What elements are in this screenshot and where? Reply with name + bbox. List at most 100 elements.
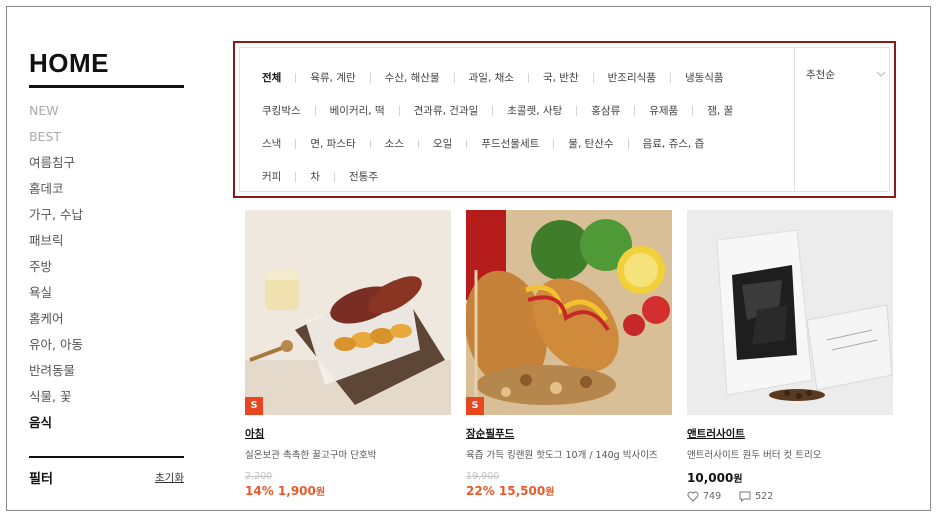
subcategory-item[interactable]: 쿠킹박스 [262,103,301,118]
separator [314,105,316,116]
separator [369,138,371,149]
subcategory-row: 쿠킹박스 베이커리, 떡 견과류, 건과일 초콜렛, 사탕 홍삼류 유제품 잼, 꿀 [262,94,802,127]
subcategory-item[interactable]: 소스 [385,136,404,151]
product-card[interactable]: 앤트러사이트 앤트러사이트 원두 버터 컷 트리오 10,000원 749 52… [687,210,893,502]
original-price: 2,200 [245,471,273,482]
separator [553,138,555,149]
subcategory-item[interactable]: 홍삼류 [591,103,620,118]
product-image-sweet-potato[interactable]: S [245,210,451,415]
subcategory-item[interactable]: 국, 반찬 [543,70,579,85]
sidebar-item-homecare[interactable]: 홈케어 [29,306,191,332]
separator [334,171,335,182]
heart-icon[interactable] [687,491,699,502]
separator [295,72,297,83]
sale-price-row: 22% 15,500원 [466,483,672,498]
subcategory-item[interactable]: 차 [310,169,320,184]
price-unit: 원 [545,487,555,498]
discount-rate: 14% [245,484,274,498]
review-count: 522 [755,491,774,502]
product-image-hotdog[interactable]: S [466,210,672,415]
separator [527,72,529,83]
subcategory-item[interactable]: 면, 파스타 [310,136,355,151]
product-name[interactable]: 실온보관 촉촉한 꿀고구마 단호박 [245,447,451,461]
separator [453,72,455,83]
subcategory-item[interactable]: 육류, 계란 [310,70,355,85]
sidebar-item-plants[interactable]: 식물, 꽃 [29,384,191,410]
separator [634,105,636,116]
sidebar-item-pets[interactable]: 반려동물 [29,358,191,384]
subcategory-row: 스낵 면, 파스타 소스 오일 푸드선물세트 물, 탄산수 음료, 쥬스, 즙 [262,127,802,160]
product-meta: 749 522 [687,491,893,502]
subcategory-item[interactable]: 유제품 [649,103,678,118]
separator [369,72,371,83]
filter-divider [29,456,184,458]
filter-header: 필터 초기화 [29,468,184,487]
sidebar-item-best[interactable]: BEST [29,124,191,150]
product-name[interactable]: 앤트러사이트 원두 버터 컷 트리오 [687,447,893,461]
sort-divider [794,48,795,191]
price-row: 10,000원 [687,470,893,485]
subcategory-item[interactable]: 과일, 채소 [469,70,514,85]
sale-badge: S [466,397,484,415]
comment-icon[interactable] [739,491,751,502]
subcategory-list: 전체 육류, 계란 수산, 해산물 과일, 채소 국, 반찬 반조리식품 냉동식품쿠킹박스 베… [262,61,802,193]
subcategory-row: 커피 차 전통주 [262,160,802,193]
subcategory-item[interactable]: 반조리식품 [608,70,656,85]
sale-price: 15,500 [498,484,546,498]
subcategory-item[interactable]: 잼, 꿀 [707,103,733,118]
separator [669,72,671,83]
product-name[interactable]: 육즙 가득 킹랜원 핫도그 10개 / 140g 빅사이즈 [466,447,672,461]
filter-label: 필터 [29,472,53,487]
price-unit: 원 [315,487,326,498]
product-card[interactable]: S 아침 실온보관 촉촉한 꿀고구마 단호박 2,200 14% 1,900원 [245,210,451,498]
sidebar-item-home-decor[interactable]: 홈데코 [29,176,191,202]
filter-reset-link[interactable]: 초기화 [155,470,184,485]
brand-name[interactable]: 아침 [245,426,451,441]
subcategory-item[interactable]: 수산, 해산물 [385,70,440,85]
discount-rate: 22% [466,484,495,498]
subcategory-panel: 전체 육류, 계란 수산, 해산물 과일, 채소 국, 반찬 반조리식품 냉동식품쿠킹박스 베… [239,47,890,192]
subcategory-highlight-box: 전체 육류, 계란 수산, 해산물 과일, 채소 국, 반찬 반조리식품 냉동식품쿠킹박스 베… [233,41,896,198]
sale-badge: S [245,397,263,415]
sidebar-item-furniture[interactable]: 가구, 수납 [29,202,191,228]
separator [295,171,297,182]
price-unit: 원 [733,474,743,485]
subcategory-item[interactable]: 스낵 [262,136,281,151]
subcategory-item[interactable]: 전통주 [349,169,378,184]
like-count: 749 [703,491,722,502]
sidebar-item-food[interactable]: 음식 [29,410,191,436]
title-divider [29,85,184,88]
subcategory-item[interactable]: 전체 [262,70,281,85]
sale-price: 1,900 [277,484,316,498]
subcategory-item[interactable]: 물, 탄산수 [568,136,613,151]
subcategory-item[interactable]: 베이커리, 떡 [330,103,385,118]
subcategory-item[interactable]: 초콜렛, 사탕 [507,103,562,118]
subcategory-item[interactable]: 커피 [262,169,281,184]
sidebar-item-bath[interactable]: 욕실 [29,280,191,306]
sort-label: 추천순 [806,68,835,81]
subcategory-item[interactable]: 음료, 쥬스, 즙 [643,136,705,151]
price: 10,000 [687,471,734,485]
subcategory-item[interactable]: 오일 [433,136,452,151]
category-list: NEW BEST 여름침구 홈데코 가구, 수납 패브릭 주방 욕실 홈케어 유… [29,98,191,436]
product-card[interactable]: S 장순필푸드 육즙 가득 킹랜원 핫도그 10개 / 140g 빅사이즈 19… [466,210,672,498]
brand-name[interactable]: 장순필푸드 [466,426,672,441]
page-frame: HOME NEW BEST 여름침구 홈데코 가구, 수납 패브릭 주방 욕실 … [6,6,931,511]
subcategory-item[interactable]: 냉동식품 [685,70,724,85]
separator [592,72,594,83]
sidebar-item-fabric[interactable]: 패브릭 [29,228,191,254]
chevron-down-icon [876,71,886,77]
sidebar: HOME NEW BEST 여름침구 홈데코 가구, 수납 패브릭 주방 욕실 … [29,47,191,487]
separator [627,138,629,149]
subcategory-row: 전체 육류, 계란 수산, 해산물 과일, 채소 국, 반찬 반조리식품 냉동식품 [262,61,802,94]
subcategory-item[interactable]: 푸드선물세트 [481,136,539,151]
sidebar-item-summer-bedding[interactable]: 여름침구 [29,150,191,176]
sidebar-item-kitchen[interactable]: 주방 [29,254,191,280]
separator [466,138,468,149]
brand-name[interactable]: 앤트러사이트 [687,426,893,441]
sort-dropdown[interactable]: 추천순 [806,64,886,84]
subcategory-item[interactable]: 견과류, 건과일 [414,103,479,118]
product-image-coffee-beans[interactable] [687,210,893,415]
sidebar-item-new[interactable]: NEW [29,98,191,124]
sidebar-item-kids[interactable]: 유아, 아동 [29,332,191,358]
